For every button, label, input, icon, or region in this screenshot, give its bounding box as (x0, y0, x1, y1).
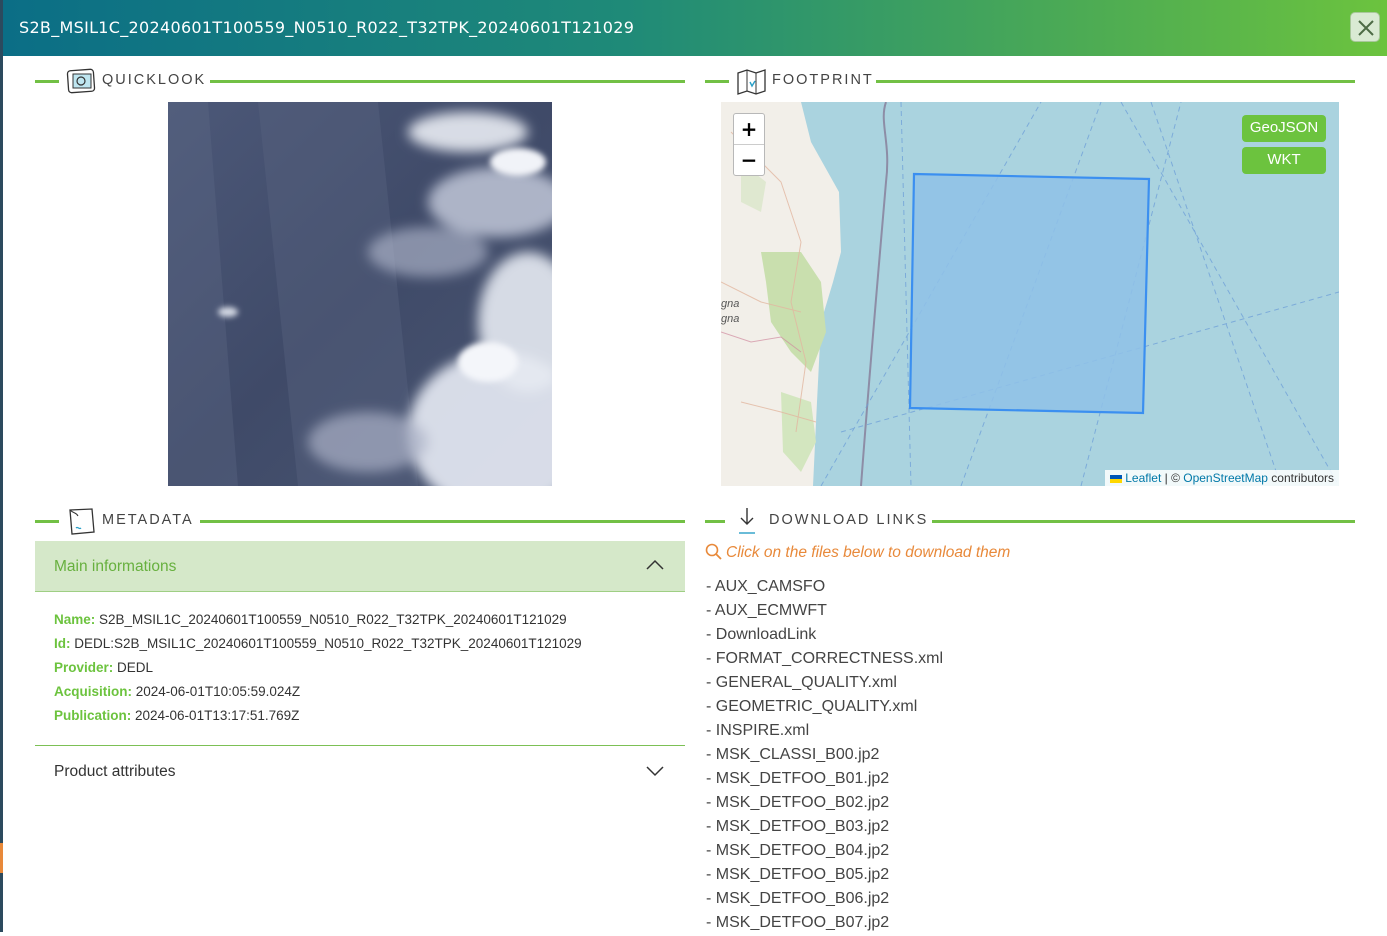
footprint-section-header: FOOTPRINT (705, 66, 1355, 96)
divider (932, 520, 1355, 523)
download-link-item[interactable]: - FORMAT_CORRECTNESS.xml (706, 648, 943, 672)
divider (705, 520, 725, 523)
download-link-item[interactable]: - MSK_DETFOO_B05.jp2 (706, 864, 943, 888)
download-link-item[interactable]: - AUX_ECMWFT (706, 600, 943, 624)
download-link-item[interactable]: - MSK_DETFOO_B01.jp2 (706, 768, 943, 792)
quicklook-image (168, 102, 552, 486)
download-link-item[interactable]: - MSK_DETFOO_B04.jp2 (706, 840, 943, 864)
zoom-control: + − (733, 113, 765, 176)
divider (210, 80, 685, 83)
product-title: S2B_MSIL1C_20240601T100559_N0510_R022_T3… (19, 18, 635, 37)
ukraine-flag-icon (1110, 474, 1123, 483)
footprint-map[interactable]: gna gna + − GeoJSON WKT Leaflet | © Open… (721, 102, 1339, 486)
metadata-row-acquisition: Acquisition: 2024-06-01T10:05:59.024Z (54, 684, 674, 708)
download-link-item[interactable]: - INSPIRE.xml (706, 720, 943, 744)
background-left-edge (0, 0, 3, 932)
section-title: FOOTPRINT (772, 72, 874, 88)
field-key: Name: (54, 612, 96, 627)
divider (35, 80, 59, 83)
main-informations-accordion-header[interactable]: Main informations (35, 541, 685, 592)
download-link-item[interactable]: - MSK_DETFOO_B02.jp2 (706, 792, 943, 816)
divider (876, 80, 1355, 83)
wkt-button[interactable]: WKT (1242, 147, 1326, 174)
metadata-row-id: Id: DEDL:S2B_MSIL1C_20240601T100559_N051… (54, 636, 674, 660)
divider (705, 80, 729, 83)
map-icon (736, 66, 768, 96)
metadata-row-publication: Publication: 2024-06-01T13:17:51.769Z (54, 708, 674, 732)
map-place-label: gna (721, 298, 739, 310)
section-title: DOWNLOAD LINKS (769, 512, 929, 528)
footprint-polygon (908, 172, 1151, 415)
divider (200, 520, 685, 523)
download-icon (735, 506, 767, 536)
download-link-item[interactable]: - AUX_CAMSFO (706, 576, 943, 600)
modal-header: S2B_MSIL1C_20240601T100559_N0510_R022_T3… (3, 0, 1387, 56)
close-button[interactable] (1350, 12, 1380, 42)
field-key: Publication: (54, 708, 132, 723)
field-value: 2024-06-01T13:17:51.769Z (135, 708, 300, 723)
attribution-separator: | © (1161, 471, 1184, 485)
download-link-item[interactable]: - GEOMETRIC_QUALITY.xml (706, 696, 943, 720)
field-value: DEDL:S2B_MSIL1C_20240601T100559_N0510_R0… (74, 636, 582, 651)
attribution-tail: contributors (1267, 471, 1334, 485)
field-value: 2024-06-01T10:05:59.024Z (135, 684, 301, 699)
product-attributes-accordion-header[interactable]: Product attributes (35, 746, 685, 798)
metadata-section-header: METADATA (35, 506, 685, 536)
metadata-row-name: Name: S2B_MSIL1C_20240601T100559_N0510_R… (54, 612, 674, 636)
leaflet-link[interactable]: Leaflet (1125, 471, 1161, 485)
main-informations-content: Name: S2B_MSIL1C_20240601T100559_N0510_R… (54, 612, 674, 732)
chevron-up-icon (646, 559, 664, 570)
field-value: S2B_MSIL1C_20240601T100559_N0510_R022_T3… (99, 612, 567, 627)
download-links-section-header: DOWNLOAD LINKS (705, 506, 1355, 536)
zoom-in-button[interactable]: + (734, 114, 764, 144)
download-link-item[interactable]: - GENERAL_QUALITY.xml (706, 672, 943, 696)
download-link-item[interactable]: - MSK_DETFOO_B06.jp2 (706, 888, 943, 912)
download-link-item[interactable]: - DownloadLink (706, 624, 943, 648)
section-title: QUICKLOOK (102, 72, 207, 88)
metadata-row-provider: Provider: DEDL (54, 660, 674, 684)
accordion-title: Main informations (54, 558, 177, 575)
divider (35, 520, 59, 523)
download-link-item[interactable]: - MSK_CLASSI_B00.jp2 (706, 744, 943, 768)
close-icon (1358, 20, 1374, 36)
image-icon (66, 66, 98, 96)
field-key: Id: (54, 636, 71, 651)
field-key: Acquisition: (54, 684, 132, 699)
download-links-list: - AUX_CAMSFO - AUX_ECMWFT - DownloadLink - … (706, 576, 943, 936)
download-hint-text: Click on the files below to download the… (726, 544, 1011, 561)
map-place-label: gna (721, 313, 739, 325)
download-link-item[interactable]: - MSK_DETFOO_B03.jp2 (706, 816, 943, 840)
accordion-title: Product attributes (54, 763, 176, 780)
geojson-button[interactable]: GeoJSON (1242, 115, 1326, 142)
quicklook-section-header: QUICKLOOK (35, 66, 685, 96)
section-title: METADATA (102, 512, 194, 528)
zoom-out-button[interactable]: − (734, 145, 764, 175)
search-icon (705, 543, 722, 560)
chevron-down-icon (646, 766, 664, 777)
download-link-item[interactable]: - MSK_DETFOO_B07.jp2 (706, 912, 943, 936)
field-key: Provider: (54, 660, 114, 675)
background-accent (0, 843, 3, 873)
document-icon (66, 506, 98, 536)
field-value: DEDL (117, 660, 154, 675)
osm-link[interactable]: OpenStreetMap (1183, 471, 1268, 485)
map-attribution: Leaflet | © OpenStreetMap contributors (1105, 470, 1339, 486)
